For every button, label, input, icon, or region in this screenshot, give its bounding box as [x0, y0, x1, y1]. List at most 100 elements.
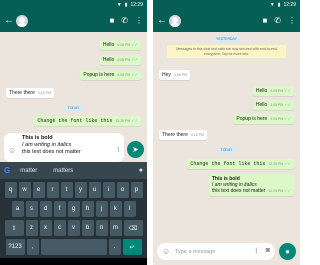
suggestion-bar: G matter matters ●: [0, 162, 147, 179]
symbols-key[interactable]: ?123: [5, 239, 25, 255]
key[interactable]: t: [60, 182, 73, 198]
read-ticks-icon: ✓✓: [284, 88, 291, 93]
message-text: Hello: [255, 88, 268, 94]
key[interactable]: n: [95, 220, 108, 236]
key[interactable]: u: [88, 182, 101, 198]
message-input[interactable]: ☺ This is bold I am writing in italics t…: [4, 133, 124, 162]
formatted-plain-text: this text does not matter: [211, 188, 266, 194]
back-arrow-icon[interactable]: ←: [4, 15, 14, 26]
message-text: Hey: [162, 72, 171, 78]
message-input[interactable]: ☺ Type a message ⌇ ◙: [157, 243, 275, 260]
key[interactable]: q: [4, 182, 17, 198]
keyboard: G matter matters ● q w e r t y u i o p a…: [0, 162, 147, 265]
key[interactable]: p: [130, 182, 143, 198]
contact-avatar[interactable]: [169, 14, 181, 27]
key[interactable]: b: [81, 220, 94, 236]
voice-call-icon[interactable]: ✆: [121, 16, 128, 25]
message-bubble[interactable]: There there 4:15 PM: [6, 88, 54, 98]
key[interactable]: g: [67, 201, 80, 217]
key[interactable]: z: [25, 220, 38, 236]
key[interactable]: a: [11, 201, 24, 217]
emoji-icon[interactable]: ☺: [8, 147, 16, 155]
attach-icon[interactable]: ⌇: [117, 147, 120, 154]
space-key[interactable]: [40, 239, 107, 255]
send-button[interactable]: ➤: [127, 141, 144, 158]
voice-call-icon[interactable]: ✆: [274, 16, 281, 25]
google-icon[interactable]: G: [4, 166, 10, 175]
more-options-icon[interactable]: ⋮: [135, 16, 143, 25]
date-pill: TODAY: [217, 147, 236, 153]
message-time: 4:08 PM: [117, 73, 131, 77]
emoji-icon[interactable]: ☺: [162, 247, 170, 256]
message-bubble[interactable]: Popup is here 4:08 PM ✓✓: [80, 70, 141, 80]
key[interactable]: i: [102, 182, 115, 198]
composer-line-italic: I am writing in italics: [22, 142, 72, 148]
read-ticks-icon: ✓✓: [131, 42, 138, 47]
message-bubble[interactable]: Hey 4:05 PM: [159, 70, 190, 80]
message-time: 12:28 PM: [268, 162, 284, 166]
message-time: 4:08 PM: [117, 58, 131, 62]
read-ticks-icon: ✓✓: [131, 118, 138, 123]
message-bubble[interactable]: Change the font like this 12:28 PM ✓✓: [34, 116, 141, 126]
enter-key[interactable]: ↵: [122, 239, 142, 255]
video-call-icon[interactable]: ■: [109, 16, 114, 25]
key[interactable]: l: [123, 201, 136, 217]
date-pill: YESTERDAY: [213, 36, 240, 42]
key[interactable]: d: [39, 201, 52, 217]
message-bubble[interactable]: Change the font like this 12:28 PM ✓✓: [187, 159, 294, 169]
status-bar: ▼ ▮ 12:29: [0, 0, 147, 9]
more-options-icon[interactable]: ⋮: [288, 16, 296, 25]
message-bubble[interactable]: Hello 4:08 PM ✓✓: [99, 55, 141, 65]
message-text: Hello: [102, 42, 115, 48]
suggestion-item[interactable]: matters: [53, 168, 73, 174]
message-bubble[interactable]: Hello 4:08 PM ✓✓: [99, 40, 141, 50]
status-bar: ▼ ▮ 12:29: [153, 0, 300, 9]
message-text: Popup is here: [236, 116, 268, 122]
signal-icon: ▼: [116, 1, 122, 8]
backspace-key[interactable]: ⌫: [123, 220, 143, 236]
key[interactable]: o: [116, 182, 129, 198]
key[interactable]: f: [53, 201, 66, 217]
message-bubble[interactable]: Popup is here 4:08 PM ✓✓: [233, 114, 294, 124]
suggestion-item[interactable]: matter: [20, 168, 37, 174]
battery-icon: ▮: [124, 1, 128, 8]
signal-icon: ▼: [269, 1, 275, 8]
key[interactable]: w: [18, 182, 31, 198]
key[interactable]: k: [109, 201, 122, 217]
key[interactable]: m: [109, 220, 122, 236]
key[interactable]: c: [53, 220, 66, 236]
input-placeholder: Type a message: [175, 248, 216, 255]
contact-avatar[interactable]: [16, 14, 28, 27]
key[interactable]: y: [74, 182, 87, 198]
shift-key[interactable]: ⇧: [4, 220, 24, 236]
message-time: 4:08 PM: [270, 117, 284, 121]
key[interactable]: s: [25, 201, 38, 217]
key[interactable]: h: [81, 201, 94, 217]
key[interactable]: r: [46, 182, 59, 198]
key[interactable]: v: [67, 220, 80, 236]
read-ticks-icon: ✓✓: [284, 116, 291, 121]
encryption-notice[interactable]: Messages to this chat and calls are now …: [167, 45, 286, 58]
back-arrow-icon[interactable]: ←: [157, 15, 167, 26]
mic-button[interactable]: ●: [279, 243, 296, 260]
message-text: Hello: [255, 102, 268, 108]
camera-icon[interactable]: ◙: [266, 247, 270, 254]
period-key[interactable]: .: [108, 239, 121, 255]
key[interactable]: e: [32, 182, 45, 198]
key[interactable]: j: [95, 201, 108, 217]
key[interactable]: x: [39, 220, 52, 236]
composer-line-bold: This is bold: [22, 135, 53, 141]
message-time: 4:15 PM: [190, 133, 204, 137]
comma-key[interactable]: ,: [26, 239, 39, 255]
attach-icon[interactable]: ⌇: [255, 247, 258, 255]
message-bubble[interactable]: Hello 4:08 PM ✓✓: [252, 100, 294, 110]
read-ticks-icon: ✓✓: [284, 102, 291, 107]
read-ticks-icon: ✓✓: [131, 72, 138, 77]
video-call-icon[interactable]: ■: [262, 16, 267, 25]
message-text: Change the font like this: [190, 161, 266, 167]
formatted-message-bubble[interactable]: This is bold I am writing in italics thi…: [208, 174, 294, 196]
message-text: Change the font like this: [37, 118, 113, 124]
message-bubble[interactable]: There there 4:15 PM: [159, 130, 207, 140]
message-bubble[interactable]: Hello 4:05 PM ✓✓: [252, 86, 294, 96]
voice-input-icon[interactable]: ●: [139, 167, 143, 174]
